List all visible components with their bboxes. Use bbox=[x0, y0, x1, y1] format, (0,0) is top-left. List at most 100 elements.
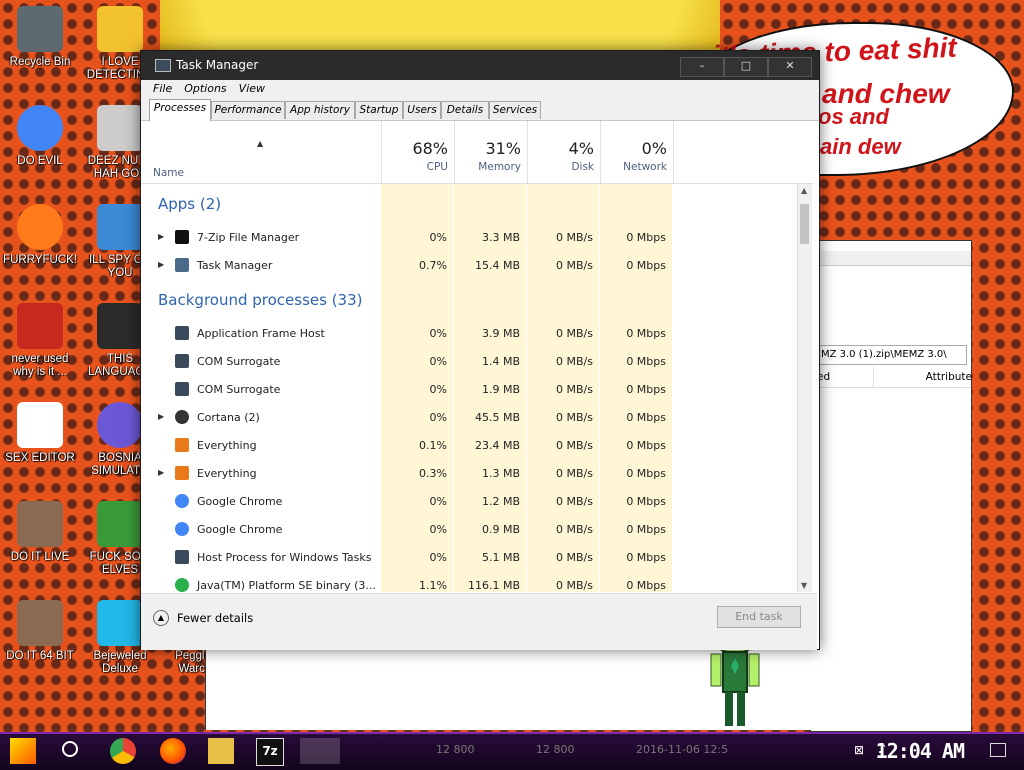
process-row[interactable]: ▶ Task Manager 0.7% 15.4 MB 0 MB/s 0 Mbps bbox=[141, 252, 797, 280]
scroll-thumb[interactable] bbox=[800, 204, 809, 244]
process-disk: 0 MB/s bbox=[556, 327, 593, 340]
expand-chevron-icon[interactable]: ▶ bbox=[158, 260, 164, 269]
process-icon bbox=[175, 354, 189, 368]
task-manager-window[interactable]: Task Manager – □ ✕ File Options View Pro… bbox=[140, 50, 820, 650]
expand-chevron-icon[interactable]: ▶ bbox=[158, 412, 164, 421]
process-row[interactable]: Google Chrome 0% 0.9 MB 0 MB/s 0 Mbps bbox=[141, 516, 797, 544]
chevron-up-icon: ▲ bbox=[153, 610, 169, 626]
process-memory: 45.5 MB bbox=[474, 411, 520, 424]
7zip-icon[interactable]: 7z bbox=[256, 738, 284, 766]
minimize-button[interactable]: – bbox=[680, 57, 724, 77]
desktop-icon[interactable]: DO IT 64 BIT bbox=[0, 600, 80, 663]
process-cpu: 0% bbox=[429, 523, 447, 536]
process-row[interactable]: ▶ 7-Zip File Manager 0% 3.3 MB 0 MB/s 0 Mbps bbox=[141, 224, 797, 252]
ghost-value-1: 12 800 bbox=[436, 743, 475, 756]
process-row[interactable]: Application Frame Host 0% 3.9 MB 0 MB/s 0 Mb… bbox=[141, 320, 797, 348]
go-icon bbox=[97, 303, 143, 349]
desktop-icon[interactable]: DO IT LIVE bbox=[0, 501, 80, 564]
notification-icon[interactable] bbox=[990, 743, 1006, 757]
network-tray-icon[interactable]: ⊠ bbox=[854, 743, 864, 757]
ghost-value-2: 12 800 bbox=[536, 743, 575, 756]
process-cpu: 0% bbox=[429, 383, 447, 396]
speech-line-3: os and bbox=[818, 104, 889, 129]
process-cpu: 0% bbox=[429, 551, 447, 564]
sort-arrow-icon[interactable]: ▲ bbox=[257, 139, 263, 148]
process-name: Everything bbox=[197, 467, 257, 480]
menu-options[interactable]: Options bbox=[178, 80, 232, 98]
desktop-icon[interactable]: FURRYFUCK! bbox=[0, 204, 80, 267]
firefox-icon[interactable] bbox=[160, 738, 186, 764]
tab-services[interactable]: Services bbox=[489, 101, 541, 119]
process-network: 0 Mbps bbox=[626, 467, 666, 480]
fewer-details-label: Fewer details bbox=[177, 611, 254, 625]
chrome-icon bbox=[17, 105, 63, 151]
process-list[interactable]: Apps (2) Background processes (33) ▶ 7-Zi… bbox=[141, 184, 797, 592]
group-apps[interactable]: Apps (2) bbox=[158, 195, 221, 213]
column-cpu[interactable]: 68% CPU bbox=[381, 121, 454, 183]
process-name: 7-Zip File Manager bbox=[197, 231, 300, 244]
process-row[interactable]: Host Process for Windows Tasks 0% 5.1 MB 0 … bbox=[141, 544, 797, 572]
explorer-path: MEMZ 3.0 (1).zip\MEMZ 3.0\ bbox=[806, 349, 947, 360]
column-disk[interactable]: 4% Disk bbox=[527, 121, 600, 183]
process-row[interactable]: ▶ Everything 0.3% 1.3 MB 0 MB/s 0 Mbps bbox=[141, 460, 797, 488]
task-manager-icon bbox=[175, 258, 189, 272]
chrome-icon[interactable] bbox=[110, 738, 136, 764]
tab-startup[interactable]: Startup bbox=[355, 101, 403, 119]
tab-processes[interactable]: Processes bbox=[149, 99, 211, 121]
process-row[interactable]: ▶ Cortana (2) 0% 45.5 MB 0 MB/s 0 Mbps bbox=[141, 404, 797, 432]
explorer-titlebar bbox=[811, 251, 971, 266]
process-row[interactable]: Java(TM) Platform SE binary (3... 1.1% 116… bbox=[141, 572, 797, 592]
start-icon[interactable] bbox=[10, 738, 36, 764]
devcpp-icon bbox=[17, 303, 63, 349]
desktop-icon-label: Recycle Bin bbox=[9, 56, 71, 68]
tab-details[interactable]: Details bbox=[441, 101, 489, 119]
process-icon bbox=[175, 326, 189, 340]
network-total: 0% bbox=[641, 139, 667, 158]
menu-file[interactable]: File bbox=[147, 80, 178, 98]
process-network: 0 Mbps bbox=[626, 439, 666, 452]
end-task-button[interactable]: End task bbox=[717, 606, 801, 628]
fewer-details-button[interactable]: ▲ Fewer details bbox=[153, 610, 253, 626]
tab-performance[interactable]: Performance bbox=[211, 101, 285, 119]
ghost-value-3: 2016-11-06 12:5 bbox=[636, 743, 729, 756]
network-label: Network bbox=[623, 161, 667, 173]
explorer-column-header[interactable]: ed Attribute bbox=[811, 367, 972, 388]
process-row[interactable]: COM Surrogate 0% 1.9 MB 0 MB/s 0 Mbps bbox=[141, 376, 797, 404]
close-button[interactable]: ✕ bbox=[768, 57, 812, 77]
maximize-button[interactable]: □ bbox=[724, 57, 768, 77]
expand-chevron-icon[interactable]: ▶ bbox=[158, 468, 164, 477]
scrollbar[interactable]: ▲ ▼ bbox=[797, 184, 812, 592]
process-network: 0 Mbps bbox=[626, 495, 666, 508]
tab-users[interactable]: Users bbox=[403, 101, 441, 119]
clock[interactable]: 12:04 AM bbox=[876, 739, 965, 763]
desktop-icon[interactable]: never used why is it ... bbox=[0, 303, 80, 379]
file-explorer-icon[interactable] bbox=[208, 738, 234, 764]
desktop-icon[interactable]: DO EVIL bbox=[0, 105, 80, 168]
task-manager-titlebar[interactable]: Task Manager – □ ✕ bbox=[141, 51, 819, 80]
scroll-up-icon[interactable]: ▲ bbox=[801, 186, 807, 195]
search-icon bbox=[175, 438, 189, 452]
column-name[interactable]: Name bbox=[153, 167, 184, 179]
column-network[interactable]: 0% Network bbox=[600, 121, 674, 183]
cortana-circle-icon[interactable] bbox=[62, 741, 78, 757]
scroll-down-icon[interactable]: ▼ bbox=[801, 581, 807, 590]
process-row[interactable]: Everything 0.1% 23.4 MB 0 MB/s 0 Mbps bbox=[141, 432, 797, 460]
process-row[interactable]: Google Chrome 0% 1.2 MB 0 MB/s 0 Mbps bbox=[141, 488, 797, 516]
task-manager-taskbar-icon[interactable] bbox=[300, 738, 340, 764]
process-memory: 23.4 MB bbox=[474, 439, 520, 452]
process-disk: 0 MB/s bbox=[556, 551, 593, 564]
menu-view[interactable]: View bbox=[233, 80, 271, 98]
recycle-bin-icon bbox=[17, 6, 63, 52]
process-network: 0 Mbps bbox=[626, 383, 666, 396]
explorer-address-bar[interactable]: MEMZ 3.0 (1).zip\MEMZ 3.0\ bbox=[805, 345, 967, 365]
group-background[interactable]: Background processes (33) bbox=[158, 291, 363, 309]
column-memory[interactable]: 31% Memory bbox=[454, 121, 527, 183]
desktop-icon[interactable]: SEX EDITOR bbox=[0, 402, 80, 465]
expand-chevron-icon[interactable]: ▶ bbox=[158, 232, 164, 241]
process-disk: 0 MB/s bbox=[556, 383, 593, 396]
tab-app-history[interactable]: App history bbox=[285, 101, 355, 119]
process-memory: 1.4 MB bbox=[481, 355, 520, 368]
firefox-icon bbox=[17, 204, 63, 250]
process-row[interactable]: COM Surrogate 0% 1.4 MB 0 MB/s 0 Mbps bbox=[141, 348, 797, 376]
desktop-icon[interactable]: Recycle Bin bbox=[0, 6, 80, 69]
